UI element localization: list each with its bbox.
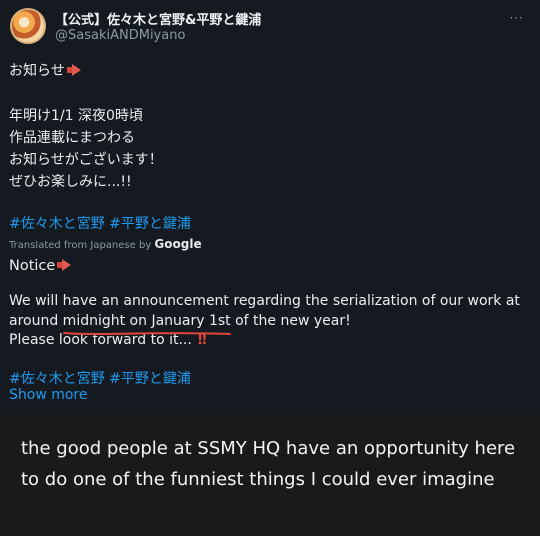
- megaphone-icon: [66, 64, 83, 76]
- tweet-card: 【公式】佐々木と宮野&平野と鍵浦 @SasakiANDMiyano ··· お知…: [0, 0, 540, 413]
- translation-attribution-text: Translated from Japanese by: [9, 240, 155, 251]
- translated-line-1: We will have an announcement regarding t…: [9, 293, 520, 309]
- caption-block: the good people at SSMY HQ have an oppor…: [0, 413, 540, 536]
- google-brand: Google: [154, 237, 202, 251]
- user-handle[interactable]: @SasakiANDMiyano: [55, 28, 185, 43]
- caption-text: the good people at SSMY HQ have an oppor…: [21, 438, 516, 490]
- red-underline-annotation: [63, 332, 231, 335]
- display-name[interactable]: 【公式】佐々木と宮野&平野と鍵浦: [55, 9, 261, 28]
- translated-notice-line: Notice: [9, 258, 73, 274]
- megaphone-icon: [57, 259, 73, 271]
- original-line-5: ぜひお楽しみに...!!: [9, 174, 132, 190]
- original-notice-text: お知らせ: [9, 63, 65, 79]
- show-more-link[interactable]: Show more: [9, 387, 88, 403]
- translated-hashtags[interactable]: #佐々木と宮野 #平野と鍵浦: [9, 368, 191, 388]
- original-line-1: お知らせ: [9, 60, 83, 80]
- original-line-3: 作品連載にまつわる: [9, 130, 135, 146]
- original-line-4: お知らせがございます！: [9, 152, 163, 168]
- original-hashtags[interactable]: #佐々木と宮野 #平野と鍵浦: [9, 213, 191, 233]
- translated-notice-text: Notice: [9, 258, 56, 274]
- original-line-2: 年明け1/1 深夜0時頃: [9, 108, 143, 124]
- avatar[interactable]: [10, 8, 46, 44]
- more-icon[interactable]: ···: [510, 11, 524, 25]
- translation-attribution[interactable]: Translated from Japanese by Google: [9, 237, 202, 251]
